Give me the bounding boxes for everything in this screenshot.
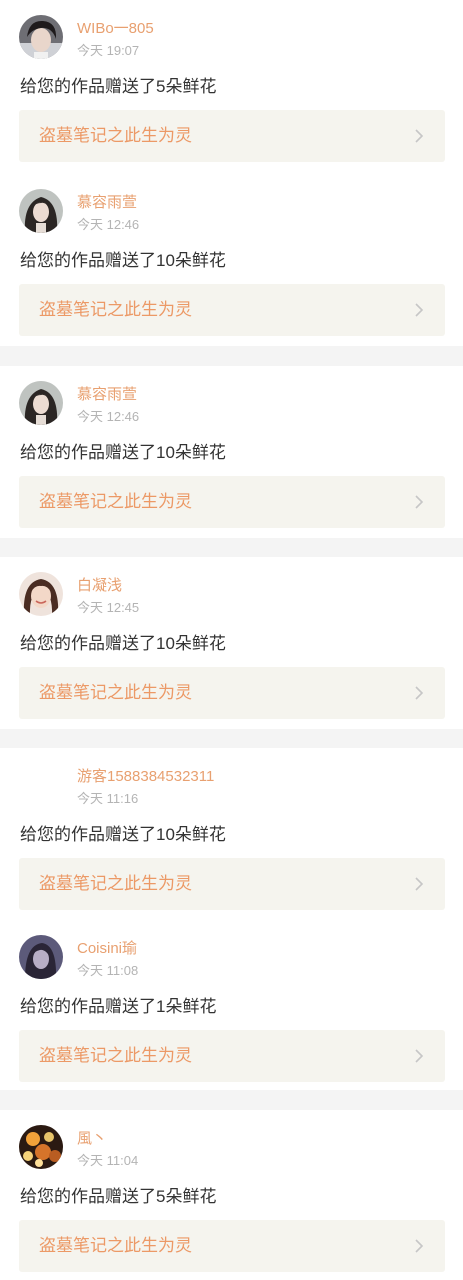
gift-message: 给您的作品赠送了10朵鲜花: [20, 634, 226, 653]
sender-name[interactable]: WIBo一805: [77, 20, 154, 38]
dark-haired-person-photo-icon: [19, 15, 63, 59]
item-separator: [0, 729, 463, 748]
gift-notification-item: WIBo一805 今天 19:07 给您的作品赠送了5朵鲜花 盗墓笔记之此生为灵: [0, 0, 463, 174]
avatar[interactable]: [19, 935, 63, 979]
gift-message: 给您的作品赠送了1朵鲜花: [20, 997, 217, 1016]
sender-name[interactable]: 慕容雨萱: [77, 386, 137, 404]
gift-message: 给您的作品赠送了10朵鲜花: [20, 825, 226, 844]
gift-notification-item: 慕容雨萱 今天 12:46 给您的作品赠送了10朵鲜花 盗墓笔记之此生为灵: [0, 174, 463, 346]
avatar[interactable]: [19, 1125, 63, 1169]
work-title: 盗墓笔记之此生为灵: [39, 126, 192, 145]
work-link-row[interactable]: 盗墓笔记之此生为灵: [19, 1220, 445, 1272]
gift-notification-item: 游客1588384532311 今天 11:16 给您的作品赠送了10朵鲜花 盗…: [0, 748, 463, 920]
avatar[interactable]: [19, 15, 63, 59]
gift-message: 给您的作品赠送了10朵鲜花: [20, 251, 226, 270]
gift-notification-item: 白凝浅 今天 12:45 给您的作品赠送了10朵鲜花 盗墓笔记之此生为灵: [0, 557, 463, 729]
avatar[interactable]: [19, 189, 63, 233]
gift-notification-item: 慕容雨萱 今天 12:46 给您的作品赠送了10朵鲜花 盗墓笔记之此生为灵: [0, 366, 463, 538]
sender-name[interactable]: 風丶: [77, 1130, 107, 1148]
long-haired-girl-photo-icon: [19, 189, 63, 233]
blank-avatar-icon: [19, 763, 63, 807]
work-link-row[interactable]: 盗墓笔记之此生为灵: [19, 476, 445, 528]
chevron-right-icon: [411, 876, 427, 892]
gift-notification-item: Coisini瑜 今天 11:08 给您的作品赠送了1朵鲜花 盗墓笔记之此生为灵: [0, 920, 463, 1090]
work-title: 盗墓笔记之此生为灵: [39, 1046, 192, 1065]
gift-notification-feed: WIBo一805 今天 19:07 给您的作品赠送了5朵鲜花 盗墓笔记之此生为灵…: [0, 0, 463, 1280]
timestamp: 今天 19:07: [77, 43, 140, 58]
sender-name[interactable]: Coisini瑜: [77, 940, 137, 958]
timestamp: 今天 11:04: [77, 1153, 139, 1168]
item-separator: [0, 1090, 463, 1110]
gift-message: 给您的作品赠送了5朵鲜花: [20, 77, 217, 96]
sender-name[interactable]: 慕容雨萱: [77, 194, 137, 212]
smiling-woman-photo-icon: [19, 572, 63, 616]
item-separator: [0, 346, 463, 366]
night-lights-photo-icon: [19, 1125, 63, 1169]
work-title: 盗墓笔记之此生为灵: [39, 874, 192, 893]
gift-message: 给您的作品赠送了10朵鲜花: [20, 443, 226, 462]
chevron-right-icon: [411, 1048, 427, 1064]
avatar[interactable]: [19, 763, 63, 807]
timestamp: 今天 11:16: [77, 791, 139, 806]
purple-toned-girl-photo-icon: [19, 935, 63, 979]
avatar[interactable]: [19, 381, 63, 425]
timestamp: 今天 12:46: [77, 409, 140, 424]
chevron-right-icon: [411, 302, 427, 318]
work-link-row[interactable]: 盗墓笔记之此生为灵: [19, 1030, 445, 1082]
work-link-row[interactable]: 盗墓笔记之此生为灵: [19, 284, 445, 336]
work-title: 盗墓笔记之此生为灵: [39, 300, 192, 319]
work-link-row[interactable]: 盗墓笔记之此生为灵: [19, 110, 445, 162]
chevron-right-icon: [411, 685, 427, 701]
work-title: 盗墓笔记之此生为灵: [39, 492, 192, 511]
work-title: 盗墓笔记之此生为灵: [39, 1236, 192, 1255]
sender-name[interactable]: 游客1588384532311: [77, 768, 214, 786]
chevron-right-icon: [411, 494, 427, 510]
sender-name[interactable]: 白凝浅: [77, 577, 122, 595]
work-link-row[interactable]: 盗墓笔记之此生为灵: [19, 667, 445, 719]
timestamp: 今天 11:08: [77, 963, 139, 978]
gift-notification-item: 風丶 今天 11:04 给您的作品赠送了5朵鲜花 盗墓笔记之此生为灵: [0, 1110, 463, 1280]
work-title: 盗墓笔记之此生为灵: [39, 683, 192, 702]
chevron-right-icon: [411, 128, 427, 144]
gift-message: 给您的作品赠送了5朵鲜花: [20, 1187, 217, 1206]
chevron-right-icon: [411, 1238, 427, 1254]
work-link-row[interactable]: 盗墓笔记之此生为灵: [19, 858, 445, 910]
avatar[interactable]: [19, 572, 63, 616]
item-separator: [0, 538, 463, 557]
timestamp: 今天 12:46: [77, 217, 140, 232]
long-haired-girl-photo-icon: [19, 381, 63, 425]
timestamp: 今天 12:45: [77, 600, 140, 615]
